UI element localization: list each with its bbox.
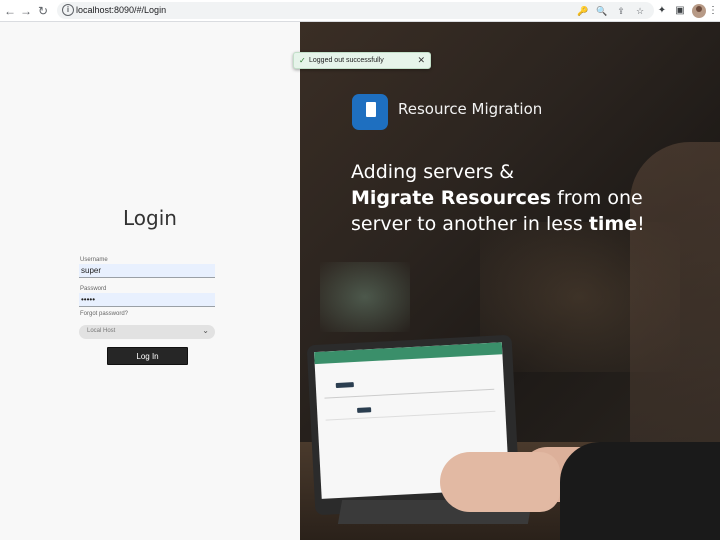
headline-start-3: server to another in less: [351, 213, 589, 235]
side-panel-icon[interactable]: ▣: [672, 3, 688, 19]
login-title: Login: [123, 206, 177, 230]
bookmark-star-icon[interactable]: ☆: [633, 4, 647, 18]
check-icon: ✓: [299, 56, 306, 65]
password-label: Password: [80, 286, 107, 292]
headline-bold-1: Migrate Resources: [351, 187, 552, 209]
headline-end-3: !: [637, 213, 645, 235]
password-field[interactable]: [79, 293, 215, 307]
profile-avatar[interactable]: [692, 4, 706, 18]
hero-panel: Resource Migration Adding servers & Migr…: [300, 22, 720, 540]
forgot-password-link[interactable]: Forgot password?: [80, 311, 128, 317]
chevron-down-icon: ⌄: [202, 326, 209, 335]
screen-divider: [324, 388, 495, 399]
forward-icon[interactable]: →: [18, 3, 34, 19]
share-icon[interactable]: ⇪: [614, 4, 628, 18]
menu-icon[interactable]: ⋮: [708, 3, 718, 19]
extensions-icon[interactable]: ✦: [654, 3, 670, 19]
server-select-value: Local Host: [87, 328, 116, 334]
login-button[interactable]: Log In: [107, 347, 188, 365]
browser-toolbar: ← → ↻ i localhost:8090/#/Login 🔑 🔍 ⇪ ☆ ✦…: [0, 0, 720, 22]
close-icon[interactable]: ✕: [417, 55, 425, 66]
screen-divider: [325, 410, 496, 421]
server-select[interactable]: Local Host ⌄: [79, 325, 215, 339]
laptop-screen-header: [314, 342, 503, 365]
brand-logo-icon: [352, 94, 388, 130]
key-icon[interactable]: 🔑: [576, 4, 590, 18]
reload-icon[interactable]: ↻: [35, 3, 51, 19]
screen-chip: [335, 382, 354, 389]
zoom-icon[interactable]: 🔍: [595, 4, 609, 18]
username-label: Username: [80, 257, 108, 263]
login-panel: Login Username Password Forgot password?…: [0, 22, 300, 540]
headline-bold-2: time: [588, 213, 638, 235]
headline-line-3: server to another in less time!: [351, 211, 711, 237]
toast-message: Logged out successfully: [309, 57, 384, 64]
username-field[interactable]: [79, 264, 215, 278]
headline-line-2: Migrate Resources from one: [351, 185, 711, 211]
screen-chip: [357, 407, 372, 413]
brand-name: Resource Migration: [398, 100, 543, 118]
hero-headline: Adding servers & Migrate Resources from …: [351, 159, 711, 237]
sleeve-image: [560, 442, 720, 540]
address-bar[interactable]: i localhost:8090/#/Login 🔑 🔍 ⇪ ☆: [57, 2, 654, 19]
url-text[interactable]: localhost:8090/#/Login: [76, 5, 166, 15]
back-icon[interactable]: ←: [2, 3, 18, 19]
headline-rest-2: from one: [551, 187, 643, 209]
hand-image: [440, 452, 560, 512]
headline-line-1: Adding servers &: [351, 161, 515, 183]
site-info-icon[interactable]: i: [62, 4, 74, 16]
logout-toast: ✓ Logged out successfully ✕: [293, 52, 431, 69]
background-bokeh: [320, 262, 410, 332]
